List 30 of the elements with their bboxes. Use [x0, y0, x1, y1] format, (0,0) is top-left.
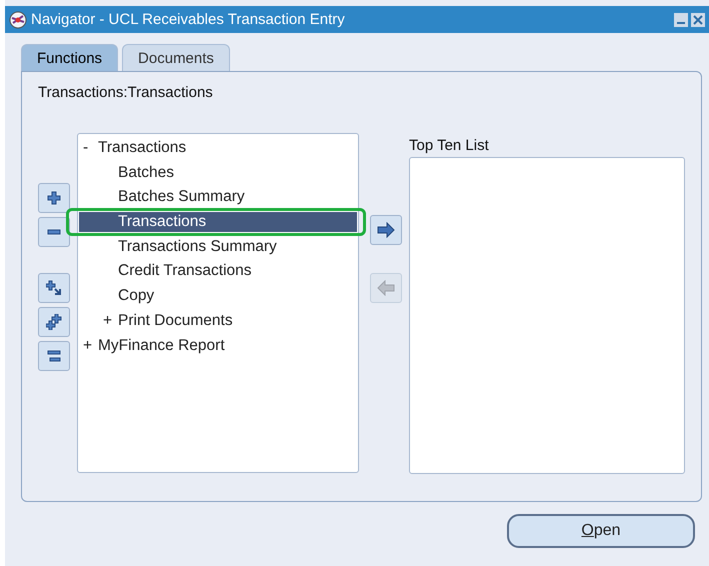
collapse-all-icon — [46, 348, 62, 364]
expand-branch-icon — [46, 280, 62, 296]
tree-item[interactable]: Copy — [79, 286, 357, 306]
expand-all-icon — [46, 314, 62, 330]
expand-button[interactable] — [38, 183, 70, 213]
tree-item[interactable]: - Transactions — [79, 138, 357, 158]
app-logo-icon — [9, 10, 27, 28]
right-arrow-icon — [376, 222, 396, 238]
tree-item[interactable]: + Print Documents — [79, 310, 357, 331]
collapse-all-button[interactable] — [38, 341, 70, 371]
expand-all-button[interactable] — [38, 307, 70, 337]
tab[interactable]: Functions — [21, 44, 118, 71]
expand-branch-button[interactable] — [38, 273, 70, 303]
collapse-button[interactable] — [38, 217, 70, 247]
tree-item[interactable]: + MyFinance Report — [79, 336, 357, 356]
function-path: Transactions:Transactions — [38, 84, 214, 101]
list-label: Top Ten List — [409, 137, 490, 156]
minimize-icon[interactable] — [674, 12, 688, 26]
tree-item[interactable]: Credit Transactions — [79, 261, 357, 282]
window-title: Navigator - UCL Receivables Transaction Entry — [31, 11, 346, 28]
tree-item[interactable]: Batches — [79, 162, 357, 183]
close-icon[interactable] — [691, 12, 705, 26]
tree-item[interactable]: Transactions Summary — [79, 236, 357, 257]
left-arrow-icon — [376, 280, 396, 296]
open-button[interactable]: Open — [507, 514, 695, 548]
tree-item[interactable]: Transactions — [79, 212, 357, 232]
add-to-list-button[interactable] — [370, 215, 402, 245]
expand-icon — [46, 190, 62, 206]
tab[interactable]: Documents — [122, 44, 230, 71]
tree-item[interactable]: Batches Summary — [79, 187, 357, 208]
